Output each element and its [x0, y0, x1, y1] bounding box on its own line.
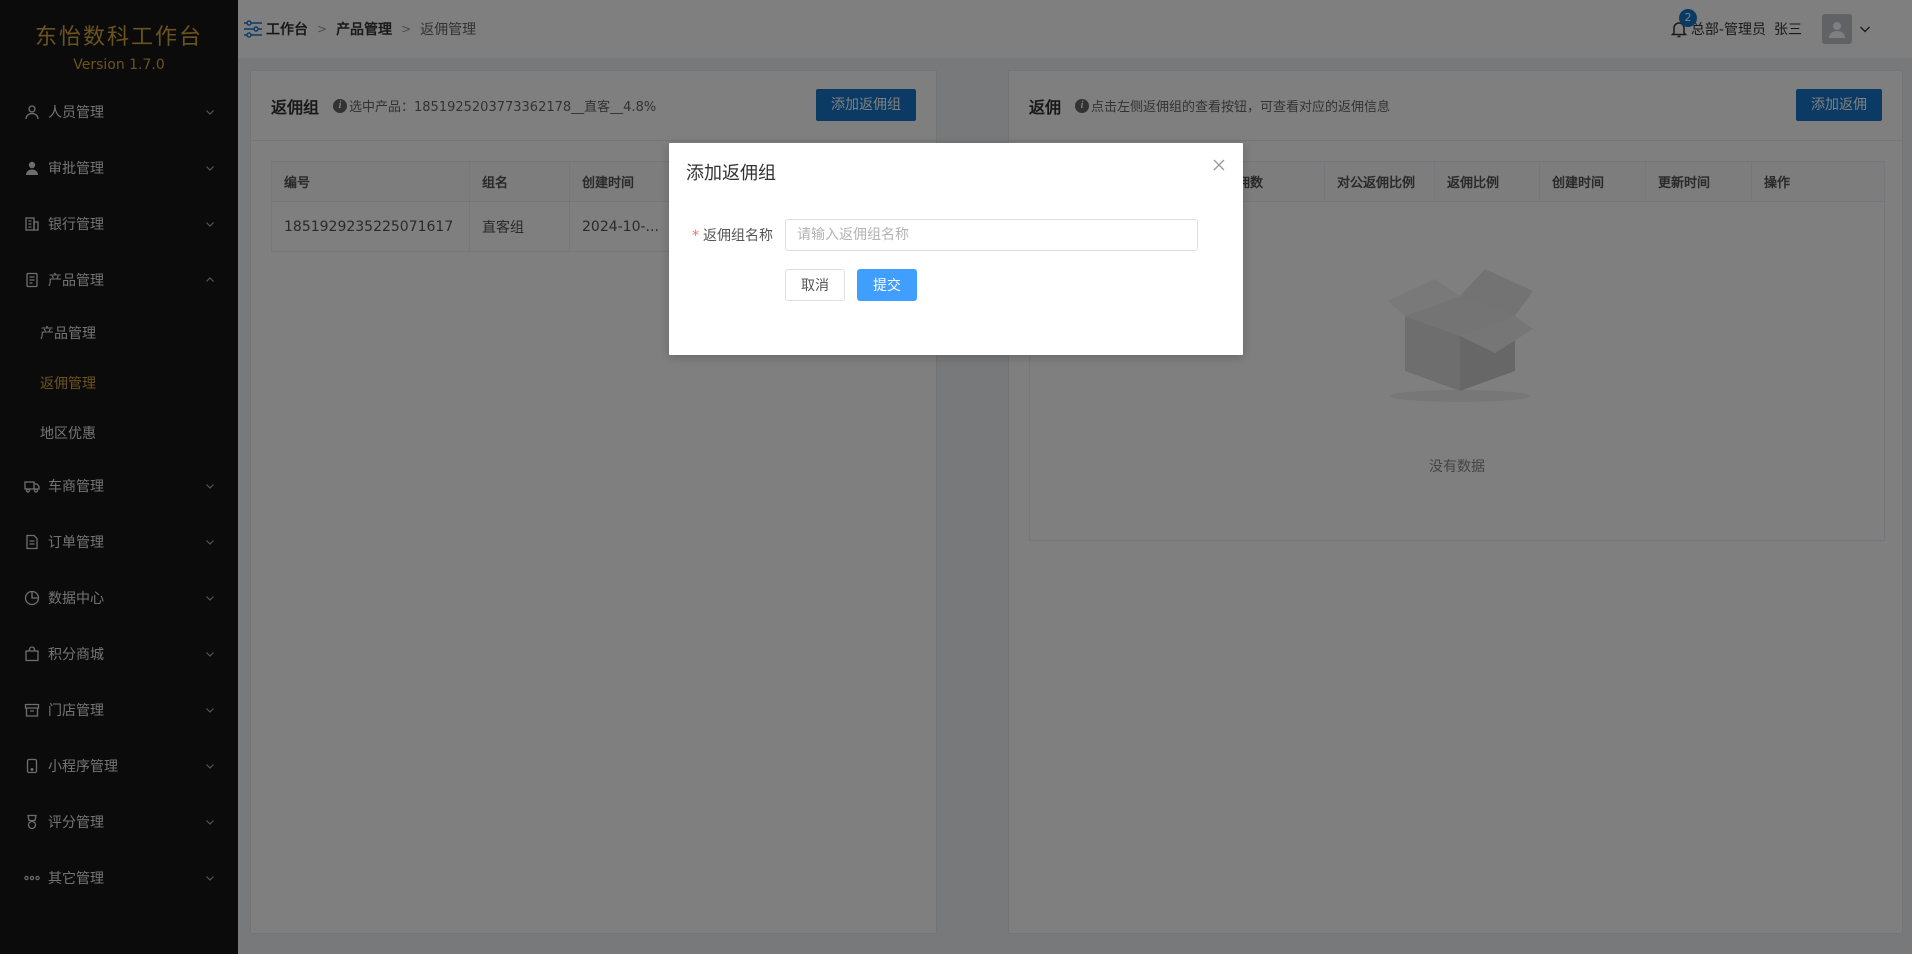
group-name-input[interactable]: [785, 219, 1198, 251]
submit-button[interactable]: 提交: [857, 269, 917, 301]
form-row-group-name: * 返佣组名称: [689, 219, 1198, 251]
dialog-title: 添加返佣组: [686, 163, 776, 184]
field-label-text: 返佣组名称: [703, 228, 773, 244]
close-icon[interactable]: [1211, 157, 1227, 173]
required-mark: *: [692, 228, 699, 244]
add-commission-group-dialog: 添加返佣组 *返佣组名称 取消 提交: [669, 143, 1243, 355]
field-label: * 返佣组名称: [689, 225, 785, 245]
cancel-button[interactable]: 取消: [785, 269, 845, 301]
